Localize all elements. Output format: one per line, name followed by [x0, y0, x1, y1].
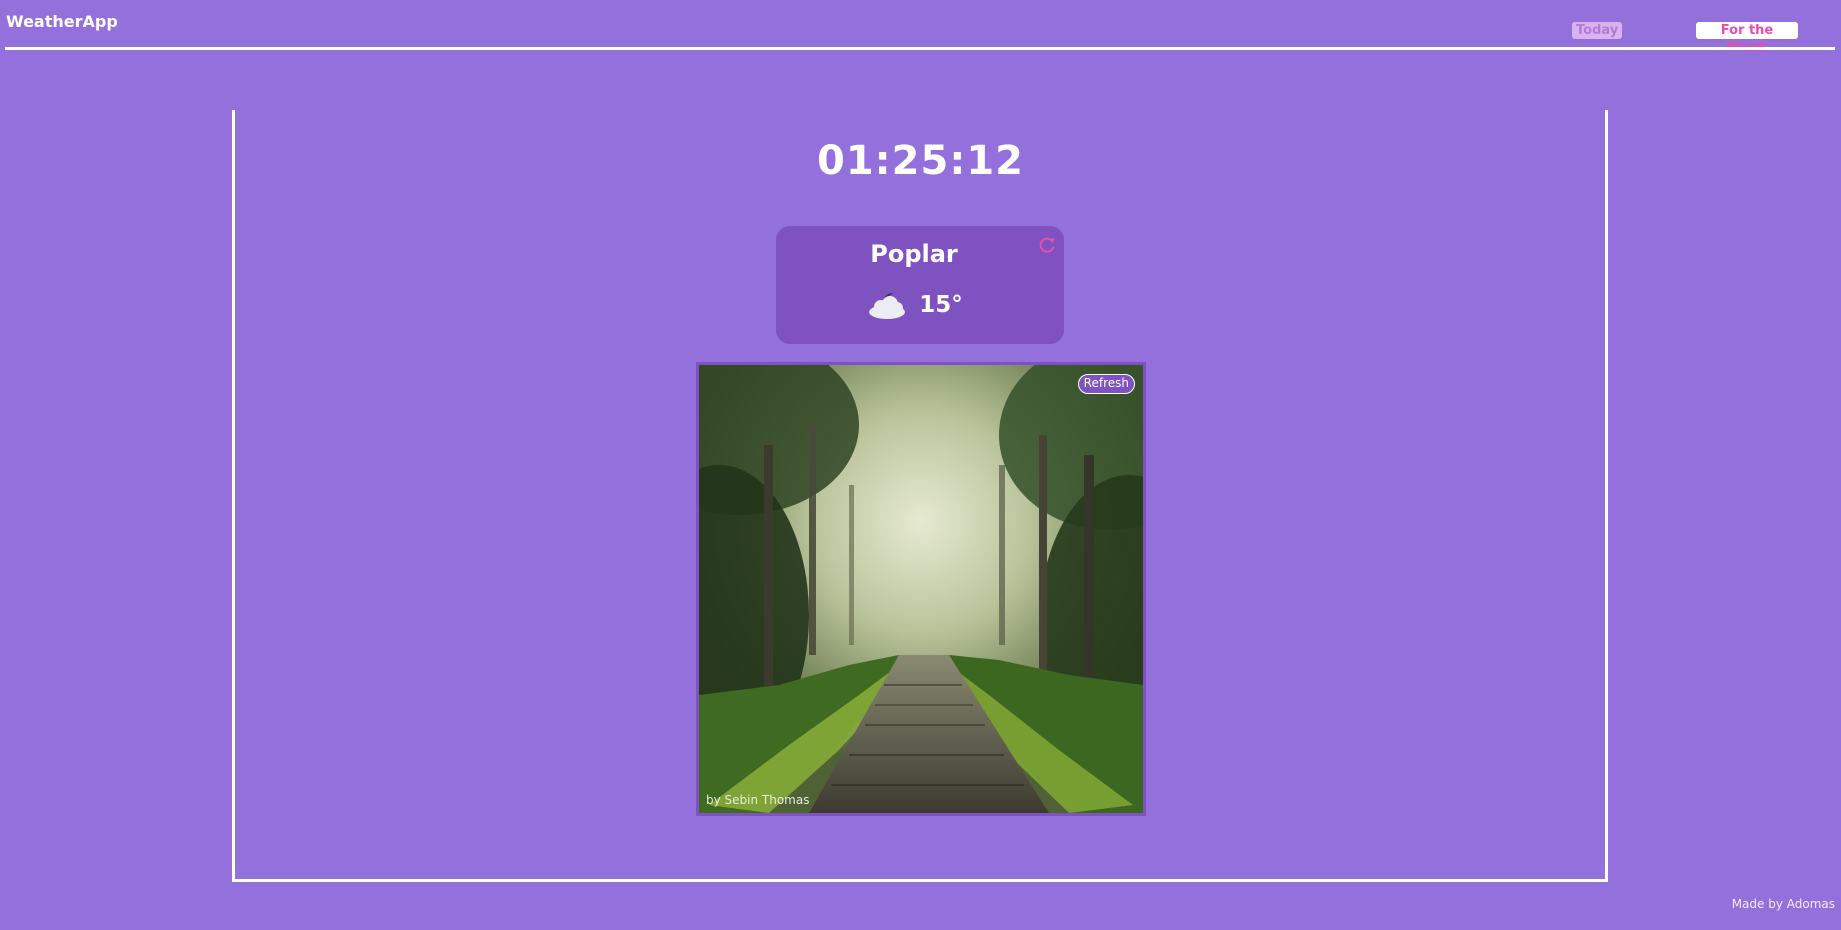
- weather-row: 15°: [776, 288, 1052, 322]
- photo-frame: Refresh by Sebin Thomas: [696, 362, 1146, 816]
- tab-for-the-week[interactable]: For the Week: [1696, 22, 1798, 55]
- header: WeatherApp Today For the Week: [0, 0, 1841, 55]
- footer-credit: Made by Adomas: [1731, 897, 1835, 911]
- clock: 01:25:12: [817, 138, 1024, 184]
- header-divider: [5, 47, 1835, 50]
- page: WeatherApp Today For the Week 01:25:12 P…: [0, 0, 1841, 930]
- refresh-icon[interactable]: [1036, 234, 1058, 256]
- brand-logo[interactable]: WeatherApp: [6, 12, 118, 31]
- city-name: Poplar: [870, 240, 958, 268]
- tab-today[interactable]: Today: [1572, 22, 1622, 39]
- cloud-moon-icon: [869, 293, 906, 319]
- temperature: 15°: [919, 292, 963, 318]
- refresh-photo-button[interactable]: Refresh: [1077, 374, 1135, 394]
- photo-credit: by Sebin Thomas: [706, 793, 810, 807]
- forest-photo: [699, 365, 1143, 813]
- weather-card: Poplar 15°: [776, 226, 1064, 344]
